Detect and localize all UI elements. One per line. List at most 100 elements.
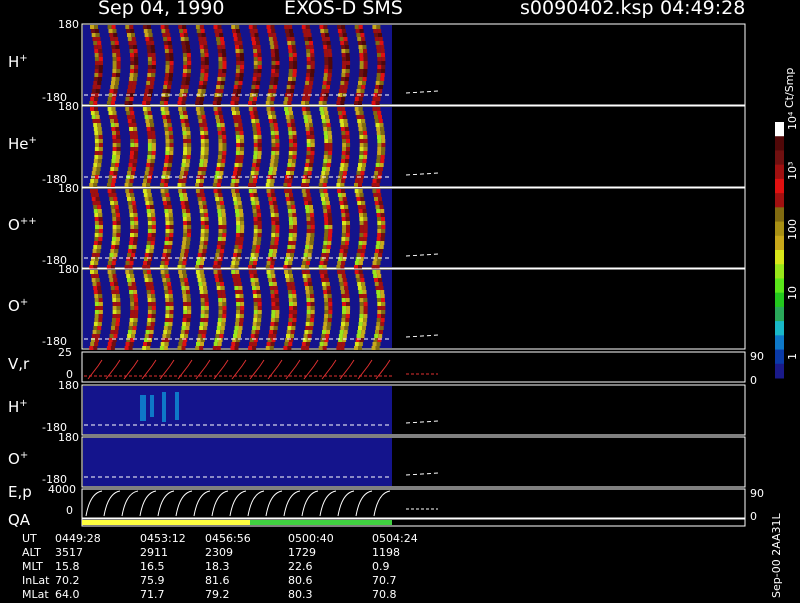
heatmap-cell — [183, 29, 188, 33]
heatmap-cell — [165, 298, 170, 302]
heatmap-cell — [145, 330, 150, 334]
heatmap-cell — [178, 25, 183, 29]
heatmap-cell — [163, 245, 168, 249]
heatmap-cell — [354, 25, 359, 29]
heatmap-cell — [169, 318, 173, 322]
heatmap-cell — [346, 147, 350, 151]
heatmap-cell — [285, 115, 290, 119]
heatmap-cell — [150, 159, 155, 163]
heatmap-cell — [147, 49, 152, 53]
heatmap-cell — [200, 49, 205, 53]
heatmap-cell — [270, 97, 275, 101]
heatmap-cell — [257, 151, 262, 155]
heatmap-cell — [169, 147, 174, 151]
heatmap-cell — [376, 131, 381, 135]
heatmap-cell — [151, 155, 156, 159]
heatmap-cell — [356, 334, 361, 338]
heatmap-cell — [321, 89, 326, 93]
heatmap-cell — [107, 97, 112, 101]
heatmap-cell — [239, 131, 244, 135]
heatmap-cell — [358, 346, 362, 350]
heatmap-cell — [268, 171, 273, 175]
heatmap-cell — [98, 302, 103, 306]
heatmap-cell — [127, 115, 131, 119]
heatmap-cell — [116, 69, 121, 73]
heatmap-cell — [380, 77, 385, 81]
heatmap-cell — [270, 241, 275, 245]
heatmap-cell — [112, 306, 117, 310]
heatmap-cell — [275, 143, 280, 147]
heatmap-bg — [83, 438, 392, 486]
heatmap-cell — [240, 147, 245, 151]
heatmap-cell — [328, 69, 333, 73]
heatmap-cell — [151, 139, 156, 143]
heatmap-cell — [127, 253, 132, 257]
heatmap-cell — [379, 41, 384, 45]
heatmap-cell — [344, 286, 349, 290]
heatmap-cell — [289, 33, 294, 37]
heatmap-cell — [169, 143, 174, 147]
heatmap-cell — [144, 278, 149, 282]
heatmap-cell — [269, 245, 274, 249]
heatmap-cell — [275, 221, 280, 225]
heatmap-cell — [200, 151, 205, 155]
heatmap-cell — [233, 171, 237, 175]
heatmap-cell — [222, 229, 227, 233]
heatmap-cell — [323, 155, 328, 159]
heatmap-cell — [233, 119, 238, 123]
heatmap-cell — [196, 97, 200, 101]
heatmap-cell — [146, 270, 151, 274]
heatmap-cell — [180, 171, 185, 175]
heatmap-cell — [256, 163, 261, 167]
heatmap-cell — [163, 183, 168, 187]
heatmap-cell — [239, 53, 244, 57]
heatmap-cell — [283, 346, 288, 350]
heatmap-cell — [268, 201, 273, 205]
heatmap-cell — [377, 306, 382, 310]
heatmap-cell — [327, 45, 332, 49]
heatmap-cell — [148, 197, 153, 201]
heatmap-cell — [257, 61, 262, 65]
heatmap-cell — [220, 163, 225, 167]
heatmap-cell — [273, 167, 278, 171]
heatmap-cell — [290, 167, 295, 171]
heatmap-cell — [111, 270, 116, 274]
heatmap-cell — [165, 155, 169, 159]
heatmap-cell — [339, 201, 344, 205]
heatmap-cell — [112, 302, 117, 306]
heatmap-cell — [107, 261, 112, 265]
colorbar-tick-label: 1 — [786, 353, 799, 360]
heatmap-cell — [218, 310, 223, 314]
heatmap-cell — [151, 135, 156, 139]
heatmap-cell — [358, 265, 362, 269]
heatmap-cell — [377, 29, 382, 33]
colorbar-tick-label: 100 — [786, 219, 799, 240]
heatmap-cell — [290, 37, 295, 41]
heatmap-cell — [286, 282, 291, 286]
heatmap-cell — [257, 139, 262, 143]
heatmap-cell — [163, 286, 168, 290]
heatmap-cell — [341, 342, 346, 346]
heatmap-cell — [144, 115, 149, 119]
heatmap-cell — [284, 97, 289, 101]
heatmap-cell — [116, 213, 120, 217]
heatmap-cell — [377, 143, 382, 147]
heatmap-cell — [310, 69, 315, 73]
heatmap-cell — [111, 322, 116, 326]
heatmap-cell — [94, 213, 99, 217]
heatmap-cell — [115, 322, 120, 326]
heatmap-cell — [269, 41, 274, 45]
heatmap-cell — [306, 147, 311, 151]
heatmap-cell — [358, 159, 363, 163]
heatmap-cell — [307, 253, 312, 257]
heatmap-cell — [203, 159, 208, 163]
heatmap-cell — [112, 310, 117, 314]
heatmap-cell — [324, 302, 329, 306]
heatmap-cell — [235, 294, 240, 298]
heatmap-cell — [255, 330, 260, 334]
heatmap-cell — [110, 101, 115, 105]
heatmap-cell — [147, 237, 152, 241]
heatmap-cell — [220, 326, 225, 330]
heatmap-cell — [200, 302, 205, 306]
heatmap-cell — [163, 265, 168, 269]
